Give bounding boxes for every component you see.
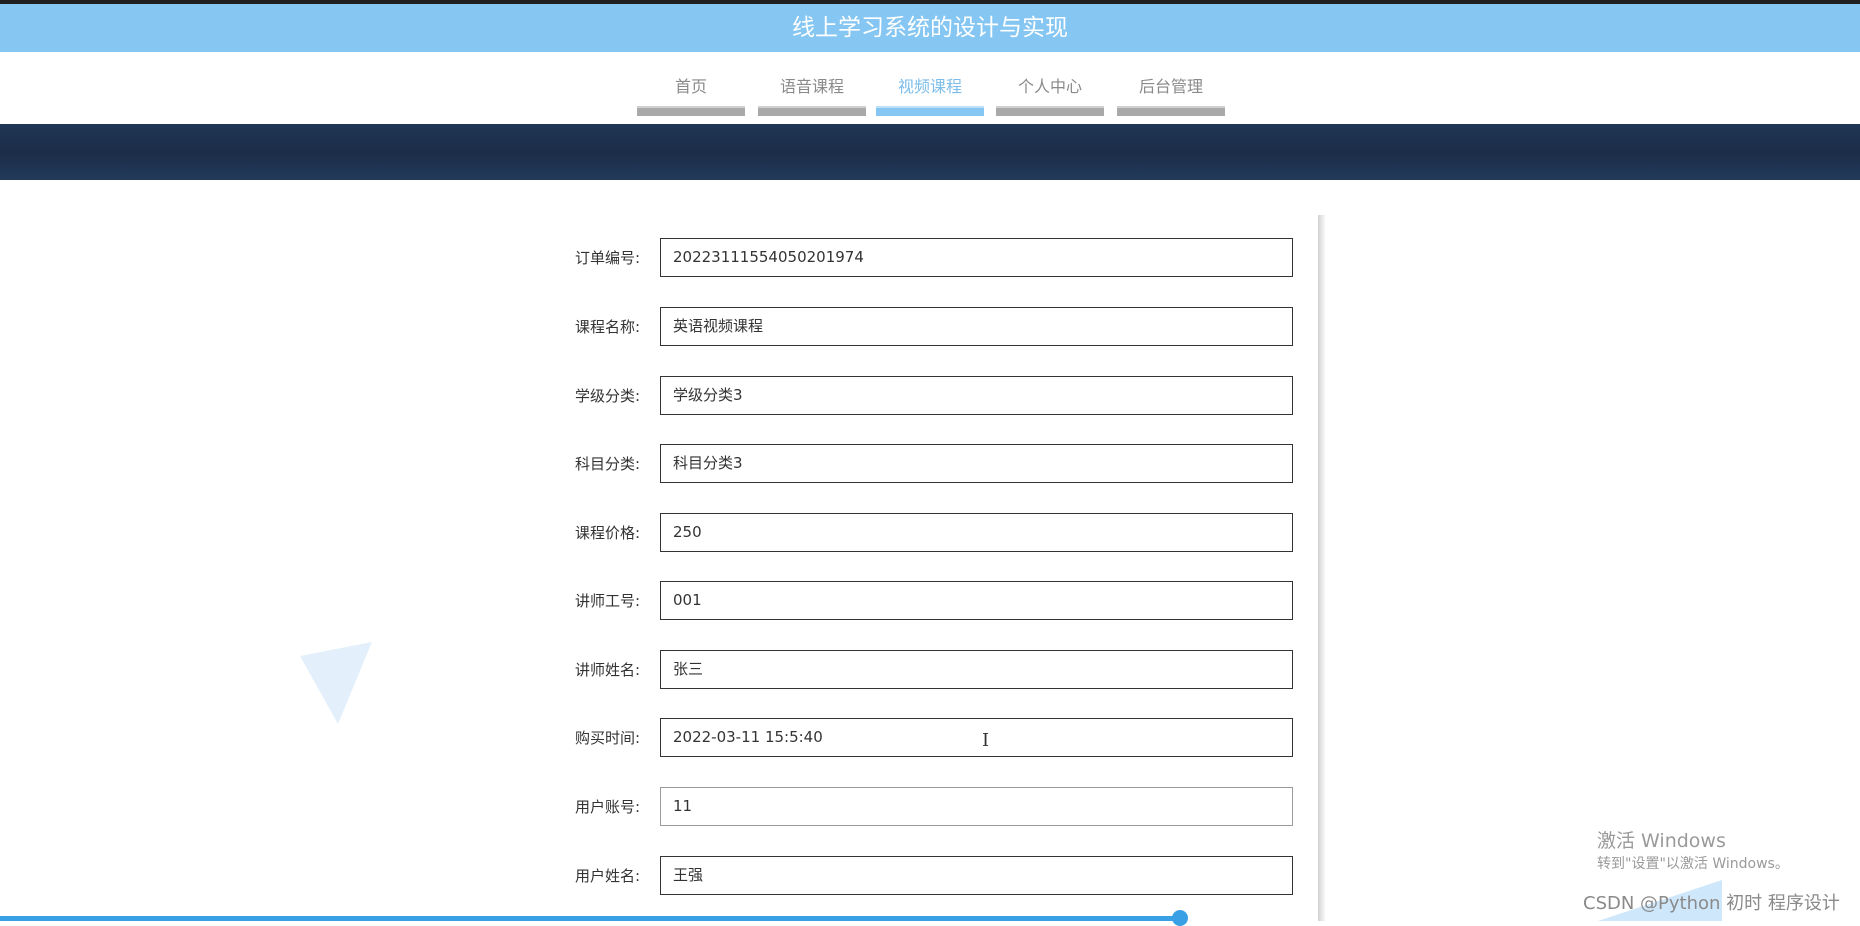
nav-item-admin[interactable]: 后台管理 bbox=[1117, 52, 1225, 116]
order-number-input[interactable]: 20223111554050201974 bbox=[660, 238, 1293, 277]
nav-item-label: 个人中心 bbox=[1017, 77, 1082, 96]
teacher-id-input[interactable]: 001 bbox=[660, 581, 1293, 620]
course-name-input[interactable]: 英语视频课程 bbox=[660, 307, 1293, 346]
windows-activation-hint: 转到"设置"以激活 Windows。 bbox=[1597, 856, 1789, 872]
nav-item-home[interactable]: 首页 bbox=[637, 52, 745, 116]
nav-item-underline bbox=[996, 106, 1104, 116]
field-course-price: 课程价格: 250 bbox=[540, 513, 1293, 553]
video-progress-bar[interactable] bbox=[0, 916, 1180, 921]
nav-item-label: 首页 bbox=[674, 77, 707, 96]
user-name-input[interactable]: 王强 bbox=[660, 856, 1293, 895]
field-label: 用户姓名: bbox=[574, 867, 640, 885]
course-price-input[interactable]: 250 bbox=[660, 513, 1293, 552]
field-purchase-time: 购买时间: 2022-03-11 15:5:40 bbox=[540, 718, 1293, 758]
windows-activation-title: 激活 Windows bbox=[1597, 830, 1726, 852]
field-order-number: 订单编号: 20223111554050201974 bbox=[540, 238, 1293, 278]
nav-item-label: 后台管理 bbox=[1138, 77, 1203, 96]
grade-category-input[interactable]: 学级分类3 bbox=[660, 376, 1293, 415]
field-subject-category: 科目分类: 科目分类3 bbox=[540, 444, 1293, 484]
site-title: 线上学习系统的设计与实现 bbox=[0, 4, 1860, 52]
field-course-name: 课程名称: 英语视频课程 bbox=[540, 307, 1293, 347]
nav-item-personal-center[interactable]: 个人中心 bbox=[996, 52, 1104, 116]
field-teacher-name: 讲师姓名: 张三 bbox=[540, 650, 1293, 690]
nav-item-underline bbox=[1117, 106, 1225, 116]
nav-item-label: 视频课程 bbox=[897, 77, 962, 96]
banner-image bbox=[0, 124, 1860, 180]
field-user-name: 用户姓名: 王强 bbox=[540, 856, 1293, 896]
nav-item-underline bbox=[758, 106, 866, 116]
nav-item-audio-courses[interactable]: 语音课程 bbox=[758, 52, 866, 116]
field-label: 讲师工号: bbox=[574, 592, 640, 610]
field-teacher-id: 讲师工号: 001 bbox=[540, 581, 1293, 621]
form-panel-shadow bbox=[1318, 215, 1326, 921]
field-label: 订单编号: bbox=[574, 249, 640, 267]
field-label: 讲师姓名: bbox=[574, 661, 640, 679]
field-label: 课程名称: bbox=[574, 318, 640, 336]
purchase-time-input[interactable]: 2022-03-11 15:5:40 bbox=[660, 718, 1293, 757]
teacher-name-input[interactable]: 张三 bbox=[660, 650, 1293, 689]
nav-item-underline bbox=[637, 106, 745, 116]
field-label: 课程价格: bbox=[574, 524, 640, 542]
decorative-triangle bbox=[300, 642, 372, 724]
field-label: 购买时间: bbox=[574, 729, 640, 747]
field-grade-category: 学级分类: 学级分类3 bbox=[540, 376, 1293, 416]
csdn-credit: CSDN @Python 初时 程序设计 bbox=[1583, 893, 1840, 914]
nav-item-underline bbox=[876, 106, 984, 116]
nav-item-label: 语音课程 bbox=[779, 77, 844, 96]
field-label: 科目分类: bbox=[574, 455, 640, 473]
progress-handle[interactable] bbox=[1172, 910, 1188, 926]
nav-item-video-courses[interactable]: 视频课程 bbox=[876, 52, 984, 116]
user-account-input[interactable]: 11 bbox=[660, 787, 1293, 826]
field-label: 学级分类: bbox=[574, 387, 640, 405]
subject-category-input[interactable]: 科目分类3 bbox=[660, 444, 1293, 483]
field-user-account: 用户账号: 11 bbox=[540, 787, 1293, 827]
text-cursor-icon: I bbox=[982, 730, 990, 751]
main-nav: 首页 语音课程 视频课程 个人中心 后台管理 bbox=[0, 52, 1860, 124]
field-label: 用户账号: bbox=[574, 798, 640, 816]
